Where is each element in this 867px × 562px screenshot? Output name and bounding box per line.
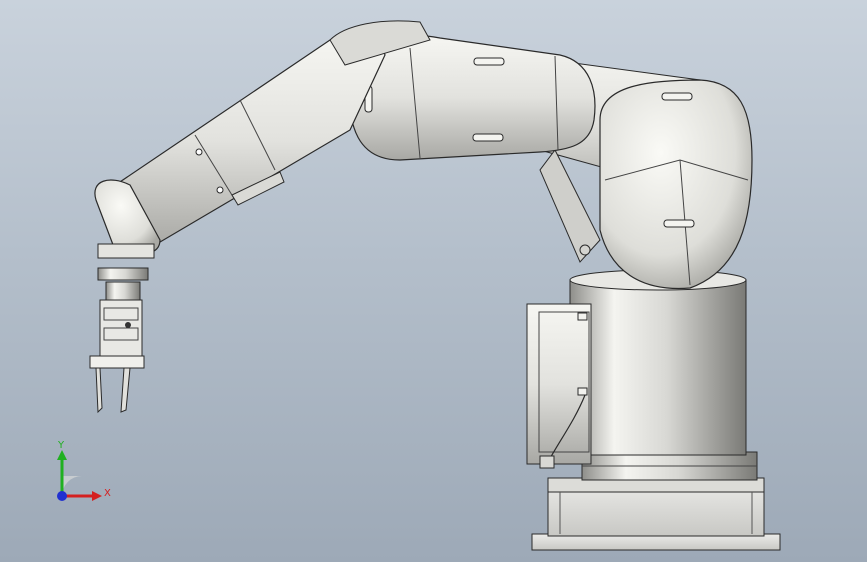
base-column: [569, 269, 758, 481]
robot-arm-model[interactable]: [0, 0, 867, 562]
shoulder-joint: [579, 79, 753, 290]
x-axis-label: X: [104, 488, 111, 499]
cad-viewport[interactable]: Y X: [0, 0, 867, 562]
y-axis-label: Y: [58, 440, 65, 451]
elbow-joint: [348, 34, 596, 161]
coordinate-triad: Y X: [40, 436, 120, 516]
base-plate: [531, 477, 781, 551]
gripper: [89, 299, 145, 414]
side-cable-box: [526, 303, 592, 469]
z-axis-icon: [57, 491, 67, 501]
